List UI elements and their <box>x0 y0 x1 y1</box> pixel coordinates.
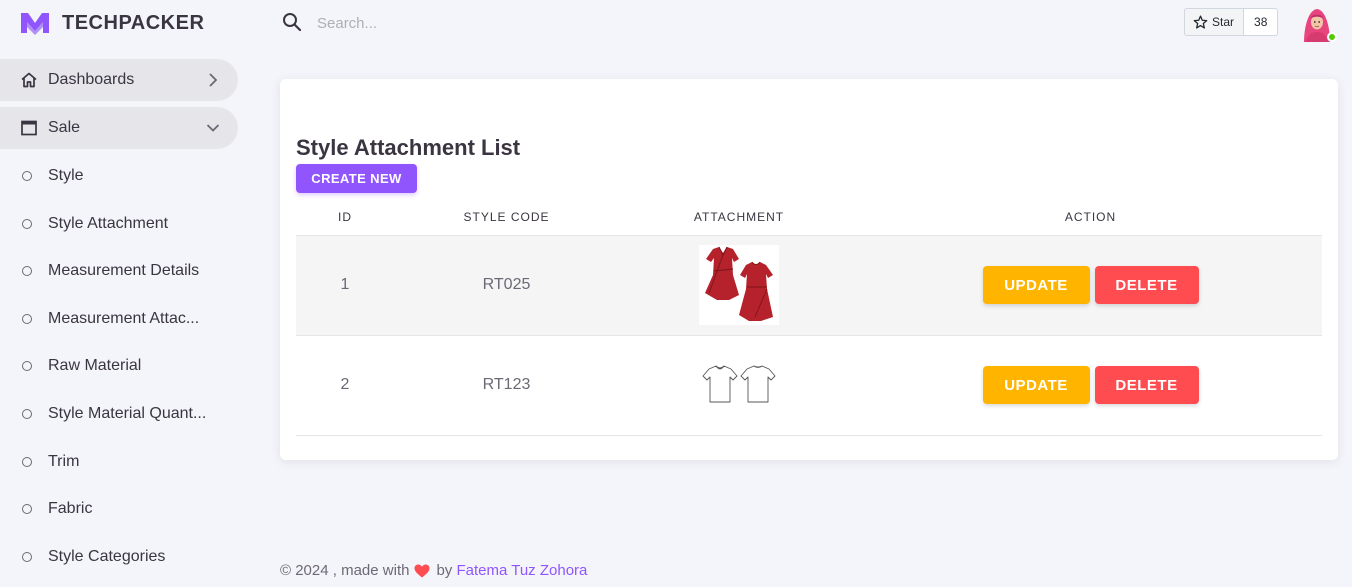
footer-by: by <box>436 562 453 579</box>
logo-m-icon <box>21 13 49 35</box>
table-row: 2 RT123 UPDATE DELETE <box>296 335 1322 436</box>
circle-outline-icon <box>22 408 32 419</box>
cell-action: UPDATE DELETE <box>859 335 1322 436</box>
sidebar-item-raw-material[interactable]: Raw Material <box>0 345 238 387</box>
circle-outline-icon <box>22 551 32 562</box>
sidebar-item-sale[interactable]: Sale <box>0 107 238 149</box>
sidebar-nav: Dashboards Sale Style Style Attachment M… <box>0 59 238 583</box>
window-icon <box>20 119 38 137</box>
sidebar-item-label: Measurement Attac... <box>48 309 200 327</box>
circle-outline-icon <box>22 313 32 324</box>
circle-outline-icon <box>22 456 32 467</box>
footer: © 2024 , made with by Fatema Tuz Zohora <box>280 562 587 579</box>
sidebar-item-label: Style <box>48 167 84 184</box>
online-status-badge <box>1327 32 1337 42</box>
star-label: Star <box>1212 15 1235 29</box>
cell-id: 2 <box>296 335 394 436</box>
chevron-down-icon <box>206 124 220 132</box>
table-header-row: ID STYLE CODE ATTACHMENT ACTION <box>296 199 1322 236</box>
column-header-action: ACTION <box>859 199 1322 236</box>
update-button[interactable]: UPDATE <box>982 266 1090 304</box>
column-header-id: ID <box>296 199 394 236</box>
sidebar-item-label: Raw Material <box>48 357 142 375</box>
circle-outline-icon <box>22 171 32 181</box>
chevron-right-icon <box>209 73 218 87</box>
circle-outline-icon <box>22 361 32 372</box>
circle-outline-icon <box>22 504 32 515</box>
footer-prefix: © 2024 , made with <box>280 562 410 579</box>
circle-outline-icon <box>22 266 32 277</box>
sidebar-item-dashboards[interactable]: Dashboards <box>0 59 238 101</box>
cell-style-code: RT123 <box>394 335 619 436</box>
sidebar-item-label: Fabric <box>48 500 93 518</box>
cell-action: UPDATE DELETE <box>859 235 1322 336</box>
column-header-style-code: STYLE CODE <box>394 199 619 236</box>
sidebar-item-style[interactable]: Style <box>0 155 238 197</box>
red-wrap-dress-image[interactable] <box>699 245 779 325</box>
star-button[interactable]: Star <box>1184 8 1245 36</box>
update-button[interactable]: UPDATE <box>982 366 1090 404</box>
cell-style-code: RT025 <box>394 235 619 336</box>
create-new-button[interactable]: CREATE NEW <box>296 164 417 193</box>
sidebar-item-measurement-attachment[interactable]: Measurement Attac... <box>0 298 238 340</box>
sidebar-item-style-categories[interactable]: Style Categories <box>0 536 238 578</box>
sidebar-item-measurement-details[interactable]: Measurement Details <box>0 250 238 292</box>
home-icon <box>20 71 38 89</box>
white-tshirt-sketch-image[interactable] <box>699 345 779 425</box>
sidebar: TECHPACKER Dashboards Sale Style Style A… <box>0 0 260 587</box>
brand-name: TECHPACKER <box>62 11 205 34</box>
author-link[interactable]: Fatema Tuz Zohora <box>456 562 587 579</box>
sidebar-item-style-attachment[interactable]: Style Attachment <box>0 203 238 245</box>
sidebar-item-label: Sale <box>48 119 81 136</box>
delete-button[interactable]: DELETE <box>1094 366 1199 404</box>
avatar[interactable] <box>1298 4 1337 42</box>
sidebar-item-style-material-quantity[interactable]: Style Material Quant... <box>0 393 238 435</box>
style-attachment-table: ID STYLE CODE ATTACHMENT ACTION 1 RT025 <box>296 199 1322 436</box>
heart-icon <box>414 564 430 577</box>
github-star-widget: Star 38 <box>1184 8 1279 36</box>
table-row: 1 RT025 UPDATE DELETE <box>296 235 1322 336</box>
star-outline-icon <box>1193 14 1208 29</box>
sidebar-item-label: Trim <box>48 452 80 470</box>
sidebar-item-label: Style Categories <box>48 547 166 565</box>
cell-id: 1 <box>296 235 394 336</box>
page-title: Style Attachment List <box>296 135 521 160</box>
sidebar-item-label: Style Attachment <box>48 214 169 232</box>
column-header-attachment: ATTACHMENT <box>619 199 859 236</box>
sidebar-item-trim[interactable]: Trim <box>0 441 238 483</box>
sidebar-item-label: Dashboards <box>48 71 135 88</box>
sidebar-item-label: Measurement Details <box>48 262 200 280</box>
cell-attachment <box>619 335 859 436</box>
star-count[interactable]: 38 <box>1244 8 1279 36</box>
search-input[interactable] <box>310 10 610 36</box>
cell-attachment <box>619 235 859 336</box>
circle-outline-icon <box>22 218 32 229</box>
search-icon[interactable] <box>282 12 302 32</box>
sidebar-item-fabric[interactable]: Fabric <box>0 488 238 530</box>
delete-button[interactable]: DELETE <box>1094 266 1199 304</box>
style-attachment-card: Style Attachment List CREATE NEW ID STYL… <box>280 79 1338 460</box>
sidebar-item-label: Style Material Quant... <box>48 404 207 422</box>
brand[interactable]: TECHPACKER <box>20 10 204 36</box>
